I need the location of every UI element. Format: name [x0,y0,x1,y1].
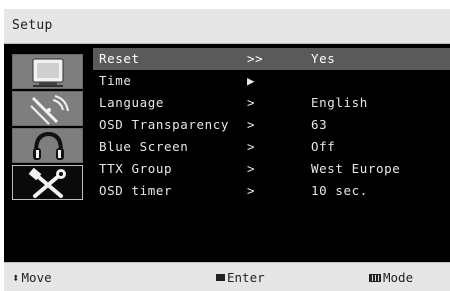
row-label: OSD Transparency [99,117,230,132]
tools-icon [28,167,66,198]
menu-row-blue-screen[interactable]: Blue Screen > Off [93,136,450,158]
category-channel[interactable] [12,91,83,126]
key-hint-bar: ⬍ Move Enter Mode [4,262,450,291]
menu-row-osd-timer[interactable]: OSD timer > 10 sec. [93,180,450,202]
row-value: Off [311,139,336,154]
menu-row-osd-transparency[interactable]: OSD Transparency > 63 [93,114,450,136]
row-arrow: >> [247,51,264,66]
headphones-icon [33,131,64,160]
row-label: Language [99,95,165,110]
hint-move-label: Move [21,270,52,285]
row-arrow: > [247,117,256,132]
menu-row-language[interactable]: Language > English [93,92,450,114]
menu-row-ttx-group[interactable]: TTX Group > West Europe [93,158,450,180]
menu-content: Reset >> Yes Time ▶ Language > English O… [4,44,450,262]
page-title: Setup [12,18,53,33]
submenu-arrow-icon: ▶ [247,73,256,88]
osd-menu: Setup Reset >> Yes Time ▶ Language > Eng… [4,9,450,291]
row-value: West Europe [311,161,401,176]
category-sidebar [12,54,85,202]
tv-icon [32,58,64,87]
row-value: Yes [311,51,336,66]
row-label: Reset [99,51,140,66]
row-arrow: > [247,95,256,110]
menu-row-time[interactable]: Time ▶ [93,70,450,92]
row-label: TTX Group [99,161,173,176]
row-label: Time [99,73,132,88]
row-value: 10 sec. [311,183,368,198]
enter-key-icon [216,274,225,281]
row-value: 63 [311,117,328,132]
antenna-icon [30,95,69,125]
category-picture[interactable] [12,54,83,89]
row-label: OSD timer [99,183,173,198]
hint-move: ⬍ Move [12,270,52,285]
row-label: Blue Screen [99,139,189,154]
row-arrow: > [247,183,256,198]
hint-enter: Enter [216,270,265,285]
category-sound[interactable] [12,128,83,163]
hint-mode: Mode [369,270,413,285]
row-arrow: > [247,161,256,176]
row-value: English [311,95,368,110]
header-bar: Setup [4,9,450,44]
settings-list: Reset >> Yes Time ▶ Language > English O… [93,48,450,202]
row-arrow: > [247,139,256,154]
up-down-arrows-icon: ⬍ [12,270,20,285]
category-setup[interactable] [12,165,83,200]
hint-enter-label: Enter [227,270,265,285]
menu-row-reset[interactable]: Reset >> Yes [93,48,450,70]
hint-mode-label: Mode [383,270,414,285]
mode-key-icon [369,274,381,282]
